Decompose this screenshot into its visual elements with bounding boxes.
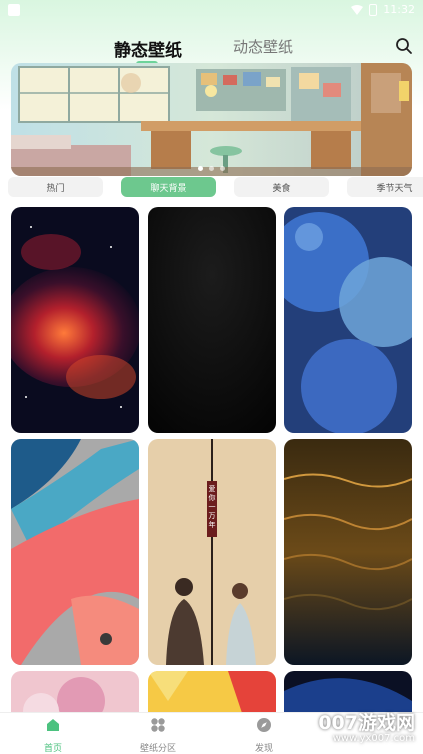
nav-label: 首页	[43, 744, 62, 754]
tab-label: 静态壁纸	[114, 41, 182, 61]
banner-carousel[interactable]	[11, 63, 412, 176]
battery-icon	[369, 3, 378, 16]
tile-overlay-text: 爱你一万年	[208, 485, 216, 529]
compass-icon	[257, 718, 271, 732]
category-hot[interactable]: 热门	[8, 177, 103, 197]
nav-label: 壁纸分区	[139, 744, 176, 754]
carousel-dot	[198, 166, 203, 171]
notification-icon	[8, 4, 20, 16]
wallpaper-thumbnail	[11, 671, 139, 715]
wallpaper-thumbnail	[11, 439, 139, 665]
wallpaper-tile[interactable]	[11, 439, 139, 665]
watermark-url: www.yx007.com	[332, 733, 415, 744]
search-icon[interactable]	[395, 37, 413, 55]
wallpaper-thumbnail	[148, 439, 276, 665]
banner-image	[11, 63, 412, 176]
wallpaper-thumbnail	[11, 207, 139, 433]
nav-wallpaper-categories[interactable]: 壁纸分区	[118, 717, 198, 754]
nav-discover[interactable]: 发现	[224, 717, 304, 754]
wallpaper-tile[interactable]	[148, 671, 276, 715]
nav-home[interactable]: 首页	[13, 717, 93, 754]
status-right: 11:32	[351, 3, 415, 16]
category-label: 聊天背景	[150, 183, 187, 194]
status-time: 11:32	[383, 3, 415, 16]
category-chat-background[interactable]: 聊天背景	[121, 177, 216, 197]
wallpaper-tile[interactable]: 爱你一万年	[148, 439, 276, 665]
watermark: 007游戏网 www.yx007.com	[318, 708, 415, 744]
header: 静态壁纸 动态壁纸	[0, 28, 423, 67]
watermark-brand: 007游戏网	[318, 712, 415, 734]
wallpaper-thumbnail	[148, 671, 276, 715]
wallpaper-thumbnail	[284, 207, 412, 433]
category-food[interactable]: 美食	[234, 177, 329, 197]
wifi-icon	[351, 4, 364, 15]
carousel-dot	[220, 166, 225, 171]
tab-label: 动态壁纸	[233, 38, 294, 56]
wallpaper-tile[interactable]	[284, 207, 412, 433]
wallpaper-thumbnail	[148, 207, 276, 433]
category-bar: 热门 聊天背景 美食 季节天气	[0, 177, 423, 197]
carousel-indicator	[198, 166, 225, 171]
status-bar: 11:32	[0, 0, 423, 22]
nav-label: 发现	[254, 744, 273, 754]
wallpaper-grid: 爱你一万年	[0, 205, 423, 715]
wallpaper-tile[interactable]	[148, 207, 276, 433]
category-label: 美食	[272, 183, 291, 194]
tab-static-wallpaper[interactable]: 静态壁纸	[114, 36, 182, 67]
category-label: 季节天气	[376, 183, 413, 194]
carousel-dot	[209, 166, 214, 171]
grid-icon	[151, 718, 165, 732]
wallpaper-tile[interactable]	[284, 439, 412, 665]
wallpaper-tile[interactable]	[11, 671, 139, 715]
wallpaper-thumbnail	[284, 439, 412, 665]
tab-live-wallpaper[interactable]: 动态壁纸	[233, 36, 293, 57]
category-label: 热门	[46, 183, 65, 194]
category-season-weather[interactable]: 季节天气	[347, 177, 423, 197]
home-icon	[47, 719, 59, 731]
wallpaper-tile[interactable]	[11, 207, 139, 433]
